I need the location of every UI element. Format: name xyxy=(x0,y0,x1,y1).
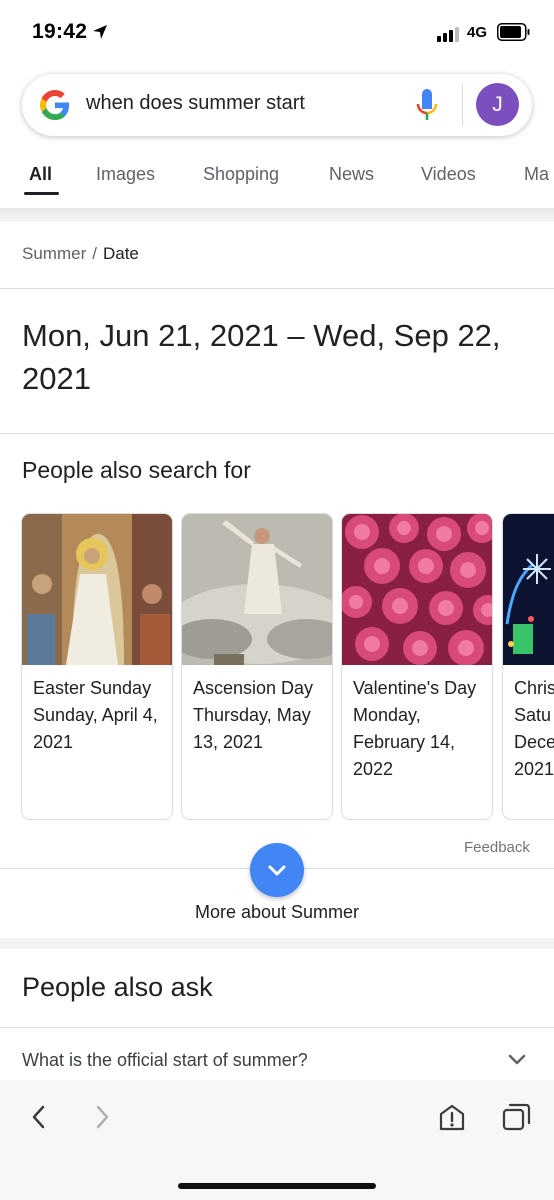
back-arrow-icon[interactable] xyxy=(28,1104,50,1130)
status-time: 19:42 xyxy=(32,20,88,43)
network-type: 4G xyxy=(467,24,488,41)
location-arrow-icon xyxy=(93,25,107,39)
related-card-ascension[interactable]: Ascension Day Thursday, May 13, 2021 xyxy=(181,513,333,820)
easter-image xyxy=(22,514,172,665)
header-divider xyxy=(0,208,554,222)
avatar[interactable]: J xyxy=(476,83,519,126)
divider xyxy=(0,433,554,434)
tab-images[interactable]: Images xyxy=(96,164,155,185)
question-item[interactable]: What is the official start of summer? xyxy=(22,1050,308,1071)
christmas-lights-image xyxy=(503,514,554,665)
valentines-roses-image xyxy=(342,514,492,665)
related-card-valentines[interactable]: Valentine's Day Monday, February 14, 202… xyxy=(341,513,493,820)
breadcrumb: Summer / Date xyxy=(22,244,139,264)
microphone-icon[interactable] xyxy=(415,88,439,122)
divider xyxy=(0,288,554,289)
breadcrumb-parent[interactable]: Summer xyxy=(22,244,86,263)
tabs-icon[interactable] xyxy=(502,1102,532,1132)
battery-icon xyxy=(497,23,530,41)
people-also-ask-title: People also ask xyxy=(22,972,213,1002)
breadcrumb-separator: / xyxy=(92,244,97,263)
ascension-image xyxy=(182,514,332,665)
card-title: Chris xyxy=(514,678,554,698)
card-date: Monday, February 14, 2022 xyxy=(353,705,456,779)
related-cards-carousel[interactable]: Easter Sunday Sunday, April 4, 2021 Asce… xyxy=(0,513,554,821)
card-date: Satu Dece 2021 xyxy=(514,705,554,779)
browser-toolbar xyxy=(0,1080,554,1200)
active-tab-indicator xyxy=(24,192,59,195)
home-indicator xyxy=(178,1183,376,1189)
search-box[interactable]: when does summer start J xyxy=(22,74,532,136)
chevron-down-icon xyxy=(268,865,286,876)
status-bar: 19:42 4G xyxy=(0,0,554,64)
people-also-search-title: People also search for xyxy=(22,457,251,483)
chevron-down-icon[interactable] xyxy=(507,1052,527,1068)
expand-more-button[interactable] xyxy=(250,843,304,897)
share-icon[interactable] xyxy=(438,1102,466,1132)
card-date: Thursday, May 13, 2021 xyxy=(193,705,311,752)
card-title: Ascension Day xyxy=(193,678,314,698)
answer-date-range: Mon, Jun 21, 2021 – Wed, Sep 22, 2021 xyxy=(22,318,501,396)
related-card-easter[interactable]: Easter Sunday Sunday, April 4, 2021 xyxy=(21,513,173,820)
search-input[interactable]: when does summer start xyxy=(86,92,305,115)
tab-videos[interactable]: Videos xyxy=(421,164,476,185)
cellular-signal-icon xyxy=(437,26,461,42)
google-g-logo xyxy=(40,90,70,120)
section-separator xyxy=(0,938,554,949)
tab-news[interactable]: News xyxy=(329,164,374,185)
forward-arrow-icon[interactable] xyxy=(91,1104,113,1130)
tab-maps[interactable]: Ma xyxy=(524,164,549,185)
breadcrumb-current: Date xyxy=(102,244,139,263)
search-tabs: All Images Shopping News Videos Ma xyxy=(0,146,554,208)
card-title: Easter Sunday xyxy=(33,678,152,698)
divider xyxy=(0,1027,554,1028)
tab-shopping[interactable]: Shopping xyxy=(203,164,279,185)
card-date: Sunday, April 4, 2021 xyxy=(33,705,158,752)
more-about-label[interactable]: More about Summer xyxy=(0,902,554,923)
search-divider xyxy=(462,84,463,126)
feedback-link[interactable]: Feedback xyxy=(464,839,530,856)
card-title: Valentine's Day xyxy=(353,678,477,698)
related-card-christmas[interactable]: Chris Satu Dece 2021 xyxy=(502,513,554,820)
tab-all[interactable]: All xyxy=(29,164,52,185)
